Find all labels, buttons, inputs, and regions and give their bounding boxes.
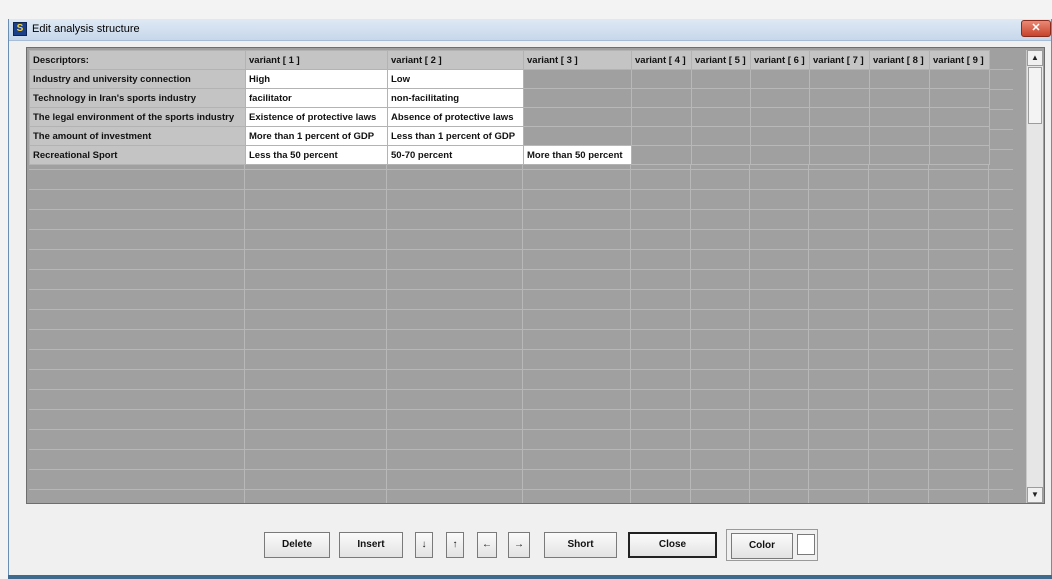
window-close-button[interactable]: ✕ xyxy=(1021,20,1051,37)
short-button[interactable]: Short xyxy=(544,532,617,558)
grid-cells-area: Descriptors: variant [ 1 ] variant [ 2 ]… xyxy=(29,50,1013,503)
color-button[interactable]: Color xyxy=(731,533,793,559)
header-variant-4[interactable]: variant [ 4 ] xyxy=(631,50,692,70)
header-row: Descriptors: variant [ 1 ] variant [ 2 ]… xyxy=(29,50,990,70)
scroll-up-button[interactable]: ▲ xyxy=(1027,50,1043,66)
variant-cell[interactable]: non-facilitating xyxy=(387,88,524,108)
variant-cell[interactable]: Less than 1 percent of GDP xyxy=(387,126,524,146)
empty-cell[interactable] xyxy=(929,126,990,146)
empty-cell[interactable] xyxy=(929,145,990,165)
empty-cell[interactable] xyxy=(631,88,692,108)
descriptor-cell[interactable]: Technology in Iran's sports industry xyxy=(29,88,246,108)
color-group: Color xyxy=(726,529,818,561)
header-descriptors[interactable]: Descriptors: xyxy=(29,50,246,70)
variant-cell[interactable]: More than 1 percent of GDP xyxy=(245,126,388,146)
variant-cell[interactable]: Absence of protective laws xyxy=(387,107,524,127)
move-up-button[interactable]: ↑ xyxy=(446,532,464,558)
header-variant-5[interactable]: variant [ 5 ] xyxy=(691,50,751,70)
empty-cell[interactable] xyxy=(691,107,751,127)
analysis-grid: Descriptors: variant [ 1 ] variant [ 2 ]… xyxy=(26,47,1045,504)
empty-cell[interactable] xyxy=(750,69,810,89)
descriptor-table: Descriptors: variant [ 1 ] variant [ 2 ]… xyxy=(29,50,990,165)
empty-cell[interactable] xyxy=(750,126,810,146)
delete-button[interactable]: Delete xyxy=(264,532,330,558)
title-bar: S Edit analysis structure ✕ xyxy=(9,19,1051,41)
header-variant-2[interactable]: variant [ 2 ] xyxy=(387,50,524,70)
descriptor-cell[interactable]: The legal environment of the sports indu… xyxy=(29,107,246,127)
empty-cell[interactable] xyxy=(809,88,870,108)
header-variant-3[interactable]: variant [ 3 ] xyxy=(523,50,632,70)
variant-cell[interactable]: 50-70 percent xyxy=(387,145,524,165)
table-row: Technology in Iran's sports industry fac… xyxy=(29,88,990,108)
variant-cell[interactable]: facilitator xyxy=(245,88,388,108)
variant-cell[interactable]: Low xyxy=(387,69,524,89)
empty-cell[interactable] xyxy=(869,88,930,108)
empty-cell[interactable] xyxy=(869,107,930,127)
empty-cell[interactable] xyxy=(523,107,632,127)
descriptor-cell[interactable]: Recreational Sport xyxy=(29,145,246,165)
empty-cell[interactable] xyxy=(809,107,870,127)
empty-cell[interactable] xyxy=(750,88,810,108)
descriptor-cell[interactable]: Industry and university connection xyxy=(29,69,246,89)
table-row: The amount of investment More than 1 per… xyxy=(29,126,990,146)
empty-cell[interactable] xyxy=(691,145,751,165)
empty-cell[interactable] xyxy=(691,126,751,146)
table-row: Industry and university connection High … xyxy=(29,69,990,89)
color-swatch[interactable] xyxy=(797,534,815,555)
empty-cell[interactable] xyxy=(750,145,810,165)
empty-cell[interactable] xyxy=(750,107,810,127)
vertical-scrollbar[interactable]: ▲ ▼ xyxy=(1026,50,1043,503)
empty-cell[interactable] xyxy=(631,69,692,89)
empty-cell[interactable] xyxy=(929,107,990,127)
close-button[interactable]: Close xyxy=(628,532,717,558)
table-row: The legal environment of the sports indu… xyxy=(29,107,990,127)
window-title: Edit analysis structure xyxy=(32,23,140,35)
header-variant-6[interactable]: variant [ 6 ] xyxy=(750,50,810,70)
header-variant-9[interactable]: variant [ 9 ] xyxy=(929,50,990,70)
empty-cell[interactable] xyxy=(523,69,632,89)
empty-cell[interactable] xyxy=(631,145,692,165)
empty-cell[interactable] xyxy=(523,88,632,108)
header-variant-7[interactable]: variant [ 7 ] xyxy=(809,50,870,70)
descriptor-cell[interactable]: The amount of investment xyxy=(29,126,246,146)
move-down-button[interactable]: ↓ xyxy=(415,532,433,558)
variant-cell[interactable]: High xyxy=(245,69,388,89)
insert-button[interactable]: Insert xyxy=(339,532,403,558)
header-variant-8[interactable]: variant [ 8 ] xyxy=(869,50,930,70)
variant-cell[interactable]: Existence of protective laws xyxy=(245,107,388,127)
scroll-down-button[interactable]: ▼ xyxy=(1027,487,1043,503)
empty-cell[interactable] xyxy=(869,126,930,146)
header-variant-1[interactable]: variant [ 1 ] xyxy=(245,50,388,70)
table-row: Recreational Sport Less tha 50 percent 5… xyxy=(29,145,990,165)
scroll-thumb[interactable] xyxy=(1028,67,1042,124)
variant-cell[interactable]: More than 50 percent xyxy=(523,145,632,165)
empty-cell[interactable] xyxy=(809,145,870,165)
empty-cell[interactable] xyxy=(631,107,692,127)
empty-cell[interactable] xyxy=(929,88,990,108)
empty-cell[interactable] xyxy=(691,88,751,108)
window-bottom-border xyxy=(8,575,1052,579)
empty-cell[interactable] xyxy=(809,69,870,89)
move-left-button[interactable]: ← xyxy=(477,532,497,558)
empty-cell[interactable] xyxy=(869,145,930,165)
empty-cell[interactable] xyxy=(523,126,632,146)
variant-cell[interactable]: Less tha 50 percent xyxy=(245,145,388,165)
app-icon: S xyxy=(13,22,27,36)
move-right-button[interactable]: → xyxy=(508,532,530,558)
empty-cell[interactable] xyxy=(809,126,870,146)
empty-cell[interactable] xyxy=(631,126,692,146)
empty-cell[interactable] xyxy=(869,69,930,89)
empty-cell[interactable] xyxy=(929,69,990,89)
empty-cell[interactable] xyxy=(691,69,751,89)
